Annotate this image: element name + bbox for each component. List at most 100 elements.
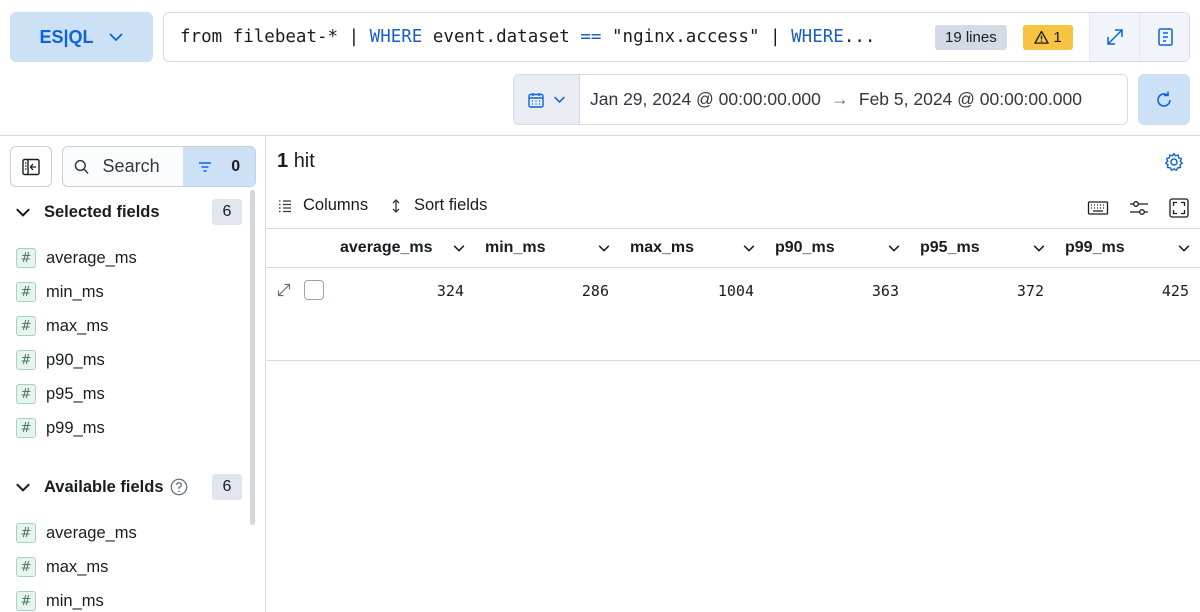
search-icon: [74, 159, 89, 174]
table-cell: 286: [581, 282, 609, 300]
field-type-filter-button[interactable]: 0: [182, 147, 255, 186]
available-fields-title: Available fields: [44, 477, 164, 496]
documentation-button[interactable]: [1139, 13, 1189, 61]
field-name: min_ms: [46, 591, 104, 610]
chevron-down-icon[interactable]: [452, 241, 466, 255]
warning-count: 1: [1053, 29, 1062, 46]
field-name: average_ms: [46, 248, 137, 267]
table-cell: 425: [1161, 282, 1189, 300]
query-token: "nginx.access" |: [601, 27, 792, 47]
hit-count-label: hit: [293, 150, 315, 172]
list-item[interactable]: # p99_ms: [16, 411, 137, 445]
number-type-icon: #: [16, 248, 36, 268]
language-mode-button[interactable]: ES|QL: [10, 12, 153, 62]
expand-editor-button[interactable]: [1089, 13, 1139, 61]
collapse-sidebar-button[interactable]: [10, 146, 52, 187]
columns-button[interactable]: Columns: [277, 196, 368, 215]
list-item[interactable]: # min_ms: [16, 275, 137, 309]
number-type-icon: #: [16, 282, 36, 302]
selected-fields-header[interactable]: Selected fields 6: [14, 199, 242, 225]
expand-row-icon[interactable]: [276, 282, 292, 298]
start-date[interactable]: Jan 29, 2024 @ 00:00:00.000: [580, 89, 831, 110]
field-list-sidebar: 0 Selected fields 6 # average_ms # min_ms …: [0, 136, 266, 612]
sort-fields-label: Sort fields: [414, 196, 488, 214]
column-header-min-ms[interactable]: min_ms: [485, 229, 615, 267]
number-type-icon: #: [16, 591, 36, 611]
chevron-down-icon[interactable]: [887, 241, 901, 255]
display-settings-icon[interactable]: [1128, 197, 1150, 219]
number-type-icon: #: [16, 418, 36, 438]
chevron-down-icon[interactable]: [1032, 241, 1046, 255]
chevron-down-icon[interactable]: [597, 241, 611, 255]
query-token: ...: [843, 27, 876, 47]
list-item[interactable]: # max_ms: [16, 309, 137, 343]
table-row: 324 286 1004 363 372 425: [267, 268, 1200, 361]
column-header-max-ms[interactable]: max_ms: [630, 229, 760, 267]
available-fields-header[interactable]: Available fields 6: [14, 474, 242, 500]
column-header-label: max_ms: [630, 239, 695, 256]
field-name: average_ms: [46, 523, 137, 542]
list-item[interactable]: # average_ms: [16, 516, 137, 550]
available-field-list: # average_ms # max_ms # min_ms: [16, 516, 137, 612]
query-keyword: WHERE: [369, 27, 423, 47]
warning-badge[interactable]: 1: [1023, 25, 1073, 50]
chevron-down-icon: [554, 96, 565, 103]
number-type-icon: #: [16, 384, 36, 404]
query-text[interactable]: from filebeat-* | WHERE event.dataset ==…: [164, 27, 919, 47]
column-header-label: min_ms: [485, 239, 546, 256]
row-select-checkbox[interactable]: [304, 280, 324, 300]
number-type-icon: #: [16, 350, 36, 370]
query-token: event.dataset: [422, 27, 581, 47]
field-name: min_ms: [46, 282, 104, 301]
column-header-p99-ms[interactable]: p99_ms: [1065, 229, 1195, 267]
sort-fields-button[interactable]: Sort fields: [388, 196, 487, 215]
selected-fields-count: 6: [212, 199, 242, 225]
refresh-icon: [1157, 91, 1171, 107]
expand-icon: [1106, 29, 1123, 45]
hit-count-number: 1: [277, 150, 289, 172]
chevron-down-icon[interactable]: [742, 241, 756, 255]
list-item[interactable]: # p95_ms: [16, 377, 137, 411]
hit-count: 1 hit: [277, 150, 315, 173]
query-editor[interactable]: from filebeat-* | WHERE event.dataset ==…: [163, 12, 1190, 62]
sidebar-scrollbar[interactable]: [250, 190, 255, 525]
column-header-label: average_ms: [340, 239, 433, 256]
selected-field-list: # average_ms # min_ms # max_ms # p90_ms # p95…: [16, 241, 137, 445]
filter-count: 0: [231, 157, 241, 175]
number-type-icon: #: [16, 557, 36, 577]
table-cell: 1004: [717, 282, 754, 300]
field-name: max_ms: [46, 557, 109, 576]
help-icon[interactable]: [170, 478, 188, 496]
list-item[interactable]: # p90_ms: [16, 343, 137, 377]
column-header-p95-ms[interactable]: p95_ms: [920, 229, 1050, 267]
number-type-icon: #: [16, 523, 36, 543]
chevron-down-icon: [16, 208, 30, 217]
end-date[interactable]: Feb 5, 2024 @ 00:00:00.000: [849, 89, 1092, 110]
fullscreen-icon[interactable]: [1168, 197, 1190, 219]
keyboard-icon[interactable]: [1087, 197, 1109, 219]
list-item[interactable]: # average_ms: [16, 241, 137, 275]
chevron-down-icon[interactable]: [1177, 241, 1191, 255]
data-grid-header: average_ms min_ms max_ms p90_ms p95_ms p…: [267, 228, 1200, 268]
arrow-right-icon: →: [830, 89, 849, 109]
field-name: p95_ms: [46, 384, 105, 403]
line-count-badge: 19 lines: [935, 25, 1007, 50]
refresh-button[interactable]: [1138, 74, 1190, 125]
filter-icon: [199, 161, 212, 172]
field-search-input[interactable]: [90, 156, 183, 177]
field-name: p99_ms: [46, 418, 105, 437]
column-header-label: p95_ms: [920, 239, 980, 256]
column-header-p90-ms[interactable]: p90_ms: [775, 229, 905, 267]
field-search: 0: [62, 146, 256, 187]
column-header-average-ms[interactable]: average_ms: [340, 229, 470, 267]
number-type-icon: #: [16, 316, 36, 336]
list-item[interactable]: # max_ms: [16, 550, 137, 584]
language-mode-label: ES|QL: [39, 26, 94, 47]
list-icon: [279, 199, 291, 212]
list-item[interactable]: # min_ms: [16, 584, 137, 612]
columns-label: Columns: [303, 196, 369, 214]
gear-icon[interactable]: [1163, 151, 1185, 173]
quick-select-button[interactable]: [514, 75, 580, 124]
calendar-icon: [528, 92, 544, 108]
table-cell: 324: [436, 282, 464, 300]
